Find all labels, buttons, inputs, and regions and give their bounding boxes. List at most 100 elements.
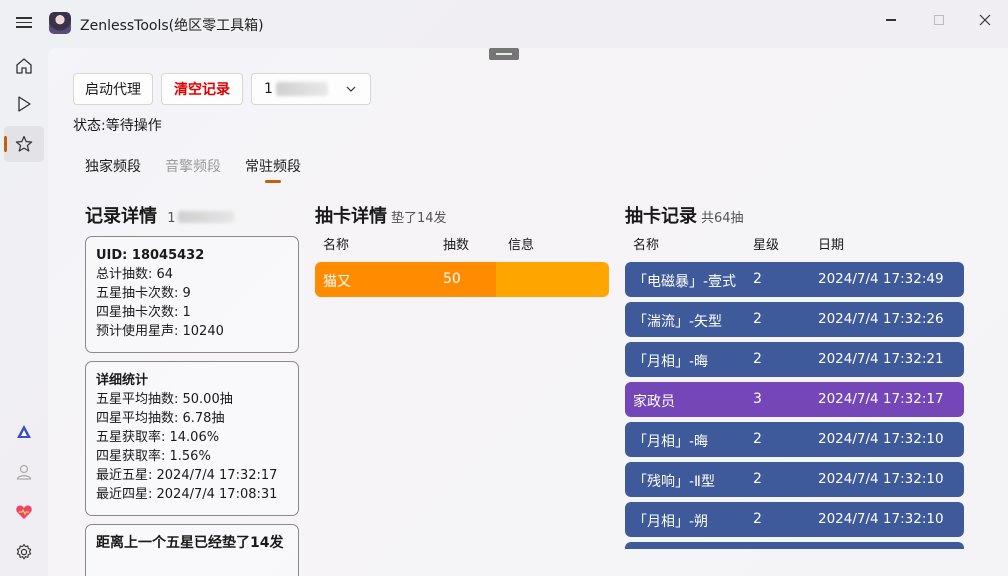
record-date: 2024/7/4 17:32:26 — [818, 311, 944, 327]
detail-header-count: 抽数 — [443, 238, 470, 253]
record-name: 「残响」-Ⅱ型 — [633, 474, 715, 490]
record-star: 2 — [753, 351, 762, 367]
record-row[interactable]: 「湍流」-矢型 2 2024/7/4 17:32:26 — [625, 302, 964, 337]
play-icon — [18, 96, 31, 112]
start-proxy-button[interactable]: 启动代理 — [73, 73, 153, 105]
record-star: 2 — [753, 271, 762, 287]
last-four-star: 最近四星: 2024/7/4 17:08:31 — [96, 487, 278, 502]
four-star-average: 四星平均抽数: 6.78抽 — [96, 411, 225, 426]
records-list[interactable]: 「电磁暴」-壹式 2 2024/7/4 17:32:49 「湍流」-矢型 2 2024/7… — [625, 262, 965, 549]
gacha-detail-subtitle: 垫了14发 — [391, 211, 447, 226]
record-date: 2024/7/4 17:32:49 — [818, 271, 944, 287]
records-detail-heading: 记录详情 1 — [85, 202, 234, 228]
close-icon — [979, 14, 991, 26]
nav-play[interactable] — [4, 86, 44, 122]
record-star: 2 — [753, 471, 762, 487]
five-star-count: 五星抽卡次数: 9 — [96, 286, 191, 301]
uid-redacted — [275, 82, 328, 96]
record-star: 2 — [753, 431, 762, 447]
uid-select[interactable]: 1 — [251, 73, 371, 105]
record-row[interactable]: 「月相」-朔 2 2024/7/4 17:32:10 — [625, 502, 964, 537]
minimize-button[interactable] — [868, 4, 914, 36]
records-header-name: 名称 — [633, 238, 660, 253]
stats-title: 详细统计 — [96, 373, 149, 388]
five-star-average: 五星平均抽数: 50.00抽 — [96, 392, 233, 407]
records-detail-uid: 1 — [167, 211, 176, 226]
status-text: 状态:等待操作 — [73, 118, 162, 134]
clear-records-button[interactable]: 清空记录 — [161, 73, 243, 105]
main-panel: 启动代理 清空记录 1 状态:等待操作 独家频段 音擎频段 常驻频段 记录详情 … — [48, 48, 1008, 576]
heart-icon — [16, 505, 32, 519]
close-button[interactable] — [962, 4, 1008, 36]
record-star: 3 — [753, 391, 762, 407]
nav-donate[interactable] — [4, 494, 44, 530]
record-name: 「月相」-晦 — [633, 354, 709, 370]
uid-redacted-small — [177, 211, 234, 223]
record-row[interactable]: 「残响」-Ⅱ型 2 2024/7/4 17:32:10 — [625, 462, 964, 497]
record-date: 2024/7/4 17:32:10 — [818, 511, 944, 527]
person-icon — [16, 464, 32, 480]
gacha-records-title: 抽卡记录 — [625, 206, 697, 227]
tab-exclusive[interactable]: 独家频段 — [85, 156, 141, 176]
gacha-records-subtitle: 共64抽 — [701, 211, 744, 226]
detail-row-name: 猫又 — [323, 274, 351, 290]
triangle-logo-icon — [17, 425, 31, 438]
five-star-rate: 五星获取率: 14.06% — [96, 430, 220, 445]
record-date: 2024/7/4 17:32:10 — [818, 431, 944, 447]
record-name: 「湍流」-矢型 — [633, 314, 723, 330]
record-date: 2024/7/4 17:32:17 — [818, 391, 944, 407]
record-row[interactable]: 家政员 3 2024/7/4 17:32:17 — [625, 382, 964, 417]
chevron-down-icon — [346, 86, 356, 92]
detailed-stats-card: 详细统计 五星平均抽数: 50.00抽 四星平均抽数: 6.78抽 五星获取率:… — [85, 361, 299, 516]
nav-account[interactable] — [4, 454, 44, 490]
detail-header-name: 名称 — [323, 238, 350, 253]
record-row[interactable]: 「月相」-晦 2 2024/7/4 17:32:21 — [625, 342, 964, 377]
nav-triangle[interactable] — [4, 414, 44, 450]
uid-line: UID: 18045432 — [96, 248, 205, 263]
four-star-rate: 四星获取率: 1.56% — [96, 449, 211, 464]
record-name: 「月相」-晦 — [633, 434, 709, 450]
star-icon — [15, 135, 33, 152]
record-date: 2024/7/4 17:32:10 — [818, 471, 944, 487]
total-pulls: 总计抽数: 64 — [96, 267, 174, 282]
gear-icon — [16, 543, 32, 560]
detail-row-count: 50 — [443, 271, 461, 287]
maximize-button[interactable] — [916, 4, 962, 36]
detail-row[interactable]: 猫又 50 — [315, 262, 609, 297]
uid-select-value: 1 — [264, 81, 273, 97]
last-five-star: 最近五星: 2024/7/4 17:32:17 — [96, 468, 278, 483]
menu-icon[interactable] — [12, 14, 36, 34]
gacha-records-heading: 抽卡记录 共64抽 — [625, 202, 744, 228]
record-date: 2024/7/4 17:32:21 — [818, 351, 944, 367]
record-name: 家政员 — [633, 394, 675, 410]
detail-header-info: 信息 — [508, 238, 535, 253]
detail-row-info — [496, 262, 609, 297]
nav-home[interactable] — [4, 48, 44, 84]
four-star-count: 四星抽卡次数: 1 — [96, 305, 191, 320]
nav-gacha[interactable] — [4, 126, 44, 162]
pity-text: 距离上一个五星已经垫了14发 — [96, 535, 284, 551]
tab-wengine[interactable]: 音擎频段 — [165, 156, 221, 176]
title-bar: ZenlessTools(绝区零工具箱) — [0, 0, 1008, 48]
side-nav — [0, 48, 48, 576]
record-row[interactable]: 「月相」-晦 2 2024/7/4 17:32:10 — [625, 422, 964, 457]
records-header-date: 日期 — [818, 238, 845, 253]
app-title: ZenlessTools(绝区零工具箱) — [80, 18, 264, 34]
record-row[interactable]: 「电磁暴」-壹式 2 2024/7/4 17:32:49 — [625, 262, 964, 297]
minimize-icon — [886, 19, 896, 21]
pity-card: 距离上一个五星已经垫了14发 — [85, 524, 299, 576]
detail-row-primary: 猫又 50 — [315, 262, 496, 297]
record-name: 「月相」-朔 — [633, 514, 709, 530]
nav-settings[interactable] — [4, 534, 44, 570]
estimated-currency: 预计使用星声: 10240 — [96, 324, 224, 339]
gacha-detail-title: 抽卡详情 — [315, 206, 387, 227]
tab-indicator — [265, 180, 281, 183]
tab-standard[interactable]: 常驻频段 — [245, 156, 301, 176]
app-logo-icon — [49, 12, 71, 34]
record-name: 「电磁暴」-壹式 — [633, 274, 737, 290]
uid-summary-card: UID: 18045432 总计抽数: 64 五星抽卡次数: 9 四星抽卡次数:… — [85, 236, 299, 353]
records-header-star: 星级 — [753, 238, 780, 253]
maximize-icon — [934, 15, 944, 25]
record-row[interactable] — [625, 542, 964, 549]
record-star: 2 — [753, 511, 762, 527]
